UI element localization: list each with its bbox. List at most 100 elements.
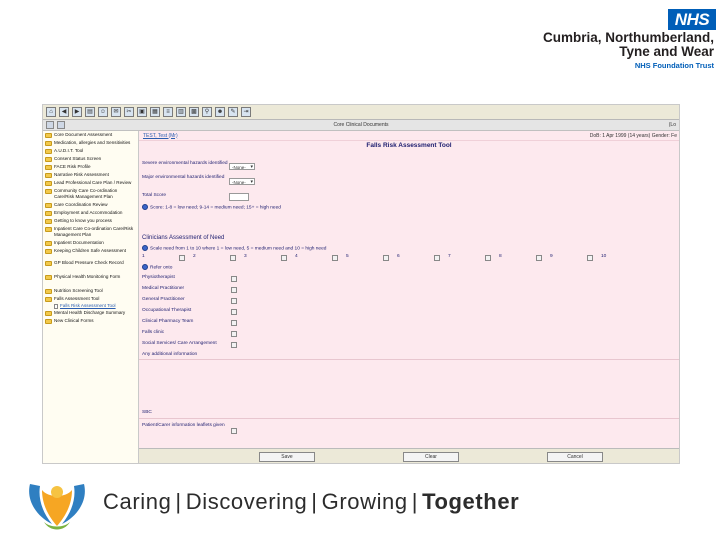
calendar-icon[interactable]: ▦ [150,107,160,117]
nhs-logo: NHS [668,9,716,30]
sidebar-item-falls-assessment[interactable]: Falls Assessment Tool [43,295,138,303]
tools-icon[interactable]: ✂ [124,107,134,117]
folder-icon [45,297,52,302]
scale-checkbox-8[interactable] [536,255,542,261]
sidebar-item-core-document[interactable]: Core Document Assessment [43,131,138,139]
folder-icon [45,181,52,186]
back-icon[interactable]: ◀ [59,107,69,117]
exit-icon[interactable]: ⇥ [241,107,251,117]
folder-icon [45,203,52,208]
clinician-section-title: Clinicians Assessment of Need [142,235,225,241]
folder-icon [45,289,52,294]
severe-hazards-select[interactable]: -None- [229,163,255,171]
folder-icon [45,219,52,224]
major-hazards-select[interactable]: -None- [229,178,255,186]
referral-general-practitioner-checkbox[interactable] [231,298,237,304]
scale-label-4: 4 [295,254,298,259]
sidebar-item-community-care[interactable]: Community Care Co-ordination Care/Risk M… [43,187,138,201]
scale-label-10: 10 [601,254,607,259]
folder-icon [45,227,52,232]
referral-social-services-checkbox[interactable] [231,342,237,348]
folder-icon [45,157,52,162]
scale-label-5: 5 [346,254,349,259]
referral-physiotherapist-checkbox[interactable] [231,276,237,282]
referral-social-services: Social Services/ Care Arrangement [142,341,217,346]
sidebar-item-keeping-children[interactable]: Keeping Children Safe Assessment [43,247,138,255]
scale-label-9: 9 [550,254,553,259]
sidebar-item-employment[interactable]: Employment and Accommodation [43,209,138,217]
sidebar-item-medication[interactable]: Medication, allergies and Sensitivities [43,139,138,147]
additional-info-label: Any additional information [142,352,198,357]
forward-icon[interactable]: ▶ [72,107,82,117]
print-icon[interactable]: ▤ [85,107,95,117]
cancel-button[interactable]: Cancel [547,452,603,462]
chart-icon[interactable]: ▥ [176,107,186,117]
home-icon[interactable]: ⌂ [46,107,56,117]
slogan-caring: Caring [103,489,172,514]
user-icon[interactable]: ☺ [98,107,108,117]
trust-subtitle: NHS Foundation Trust [634,61,714,70]
form-footer: Save Clear Cancel [139,448,679,463]
divider [139,418,679,419]
info-icon [142,204,148,210]
scale-checkbox-7[interactable] [485,255,491,261]
referral-medical-practitioner-checkbox[interactable] [231,287,237,293]
trust-name: Cumbria, Northumberland, Tyne and Wear [543,31,714,59]
grid-icon[interactable]: ▩ [189,107,199,117]
sidebar-item-new-forms[interactable]: New Clinical Forms [43,317,138,325]
clinical-app-window: ⌂ ◀ ▶ ▤ ☺ ✉ ✂ ▣ ▦ ≡ ▥ ▩ ⚲ ☻ ✎ ⇥ Core Cli… [42,104,680,464]
sidebar-item-inpatient-care[interactable]: Inpatient Care Co-ordination Care/Risk M… [43,225,138,239]
sidebar-item-mental-health[interactable]: Mental Health Discharge Summary [43,309,138,317]
referral-clinical-pharmacy-checkbox[interactable] [231,320,237,326]
scale-label-3: 3 [244,254,247,259]
severe-hazards-label: Severe environmental hazards identified [142,161,228,166]
sidebar-item-nutrition[interactable]: Nutrition Screening Tool [43,287,138,295]
leaflet-checkbox[interactable] [231,428,237,434]
trust-name-line1: Cumbria, Northumberland, [542,30,714,45]
clear-button[interactable]: Clear [403,452,459,462]
scale-label-8: 8 [499,254,502,259]
referral-occupational-therapist-checkbox[interactable] [231,309,237,315]
sidebar-item-inpatient-doc[interactable]: Inpatient Documentation [43,239,138,247]
patient-icon[interactable]: ☻ [215,107,225,117]
slogan-together: Together [422,489,520,514]
referral-falls-clinic-checkbox[interactable] [231,331,237,337]
sidebar-item-consent[interactable]: Consent Status Screen [43,155,138,163]
folder-icon [45,141,52,146]
sidebar-item-care-review[interactable]: Care Coordination Review [43,201,138,209]
scale-label-6: 6 [397,254,400,259]
sidebar-item-narrative-risk[interactable]: Narrative Risk Assessment [43,171,138,179]
slogan-discovering: Discovering [185,489,308,514]
document-toolbar: Core Clinical Documents (Lo [43,120,679,131]
scale-checkbox-9[interactable] [587,255,593,261]
scale-checkbox-1[interactable] [179,255,185,261]
scale-checkbox-4[interactable] [332,255,338,261]
sidebar-item-care-plan[interactable]: Lead Professional Care Plan / Review [43,179,138,187]
sidebar-item-physical-health[interactable]: Physical Health Monitoring Form [43,273,138,281]
folder-icon[interactable]: ▣ [137,107,147,117]
document-title: Core Clinical Documents [333,122,389,128]
save-button[interactable]: Save [259,452,315,462]
edit-icon[interactable]: ✎ [228,107,238,117]
scale-label-7: 7 [448,254,451,259]
sidebar-item-audit[interactable]: A.U.D.I.T. Tool [43,147,138,155]
scale-checkbox-2[interactable] [230,255,236,261]
sidebar-item-gp-blood[interactable]: GP Blood Pressure Check Record [43,259,138,267]
scale-checkbox-5[interactable] [383,255,389,261]
sidebar-item-face-risk[interactable]: FACE Risk Profile [43,163,138,171]
patient-name-link[interactable]: TEST, Test (Mr) [143,133,178,139]
form-title: Falls Risk Assessment Tool [366,142,452,149]
sidebar-item-getting-to-know[interactable]: Getting to know you process [43,217,138,225]
logout-link[interactable]: (Lo [669,122,676,128]
search-icon[interactable]: ⚲ [202,107,212,117]
notes-icon[interactable]: ≡ [163,107,173,117]
scale-checkbox-3[interactable] [281,255,287,261]
slogan-growing: Growing [321,489,408,514]
info-icon [142,264,148,270]
referral-clinical-pharmacy: Clinical Pharmacy Team [142,319,194,324]
scale-checkbox-6[interactable] [434,255,440,261]
info-icon [142,245,148,251]
mail-icon[interactable]: ✉ [111,107,121,117]
scale-label-1: 1 [142,254,145,259]
folder-icon [45,249,52,254]
